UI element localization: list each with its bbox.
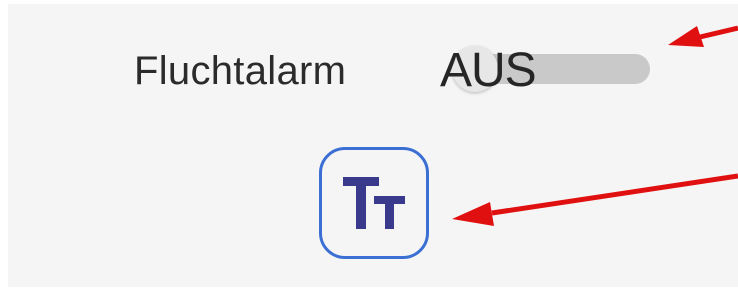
toggle-state-label: AUS: [440, 44, 537, 97]
font-size-button[interactable]: [319, 147, 429, 259]
settings-panel: Fluchtalarm AUS: [8, 4, 738, 287]
escape-alarm-setting-row: Fluchtalarm AUS: [8, 4, 738, 134]
escape-alarm-toggle[interactable]: AUS: [440, 42, 650, 102]
text-size-icon: [343, 177, 405, 229]
escape-alarm-label: Fluchtalarm: [134, 49, 347, 93]
